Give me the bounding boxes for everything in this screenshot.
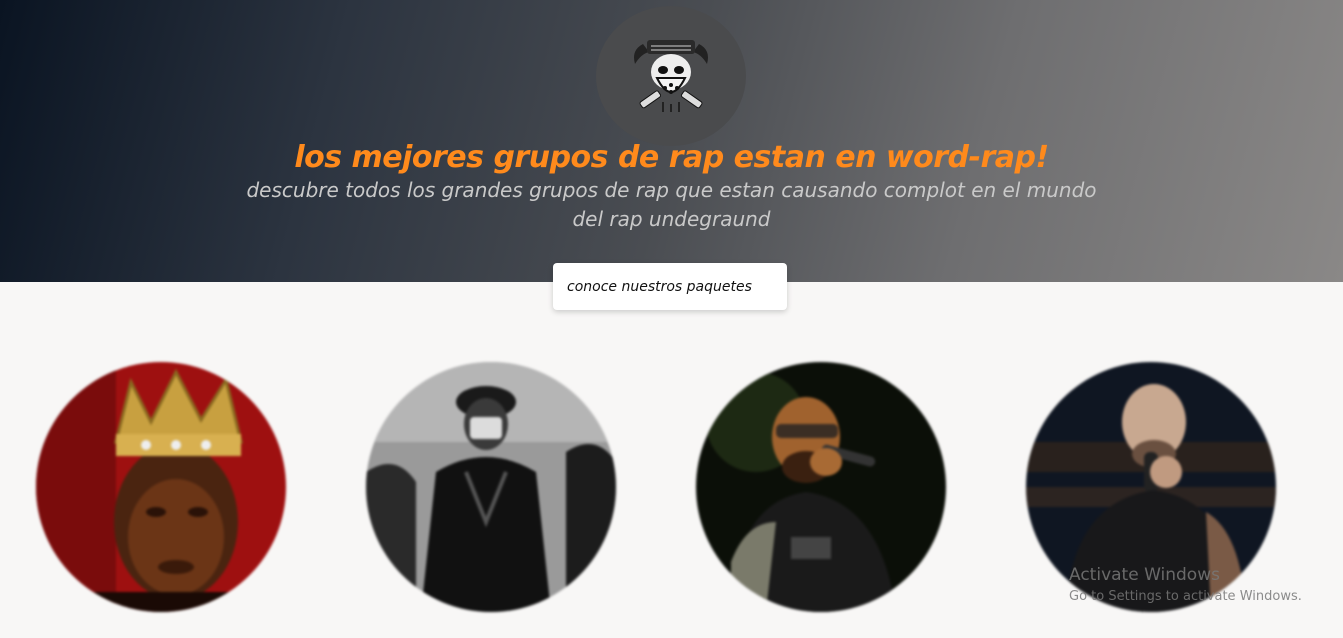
skull-gasmask-logo-icon <box>634 40 708 112</box>
hero-subtitle: descubre todos los grandes grupos de rap… <box>246 178 1097 231</box>
hero-title: los mejores grupos de rap estan en word-… <box>294 140 1049 175</box>
artist-avatar-2[interactable] <box>366 362 616 612</box>
watermark-subtitle: Go to Settings to activate Windows. <box>1069 589 1302 604</box>
hero-banner: los mejores grupos de rap estan en word-… <box>0 0 1343 282</box>
logo <box>596 6 746 146</box>
activate-windows-watermark: Activate Windows Go to Settings to activ… <box>1069 565 1329 604</box>
masked-group-photo <box>366 362 616 612</box>
crowned-rapper-photo <box>36 362 286 612</box>
artist-avatar-3[interactable] <box>696 362 946 612</box>
watermark-title: Activate Windows <box>1069 565 1220 585</box>
rapper-with-mic-photo <box>696 362 946 612</box>
packages-button[interactable]: conoce nuestros paquetes <box>553 263 787 310</box>
artist-avatar-1[interactable] <box>36 362 286 612</box>
